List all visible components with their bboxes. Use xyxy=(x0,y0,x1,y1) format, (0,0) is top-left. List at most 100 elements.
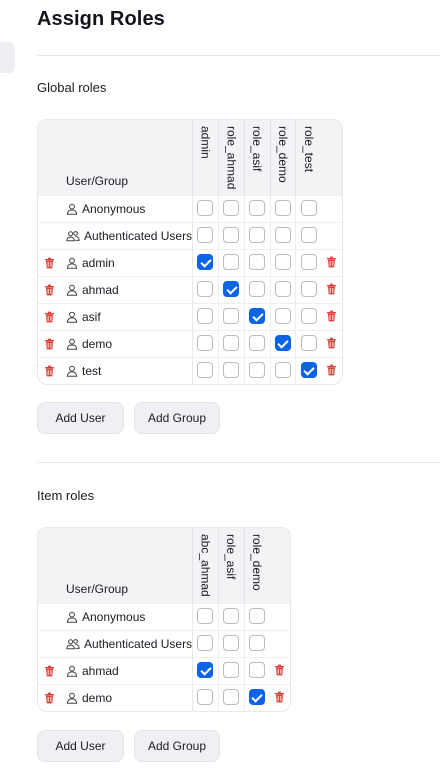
group-icon xyxy=(66,638,80,650)
user-icon xyxy=(66,257,78,269)
role-checkbox-role_demo[interactable] xyxy=(248,608,265,625)
delete-cell xyxy=(269,602,290,630)
role-checkbox-role_asif[interactable] xyxy=(249,200,266,217)
user-group-name: demo xyxy=(82,690,113,705)
role-checkbox-abc_ahmad[interactable] xyxy=(197,635,214,652)
role-checkbox-admin[interactable] xyxy=(197,281,214,298)
role-header-role_asif: role_asif xyxy=(243,120,271,195)
role-checkbox-role_test[interactable] xyxy=(300,362,317,379)
role-checkbox-role_asif[interactable] xyxy=(249,254,266,271)
trash-icon[interactable] xyxy=(326,254,337,271)
item-add-group-button[interactable]: Add Group xyxy=(134,730,220,762)
role-checkbox-role_test[interactable] xyxy=(300,308,317,325)
role-checkbox-role_demo[interactable] xyxy=(274,200,291,217)
role-checkbox-role_ahmad[interactable] xyxy=(223,200,240,217)
delete-cell xyxy=(321,194,342,222)
role-checkbox-role_asif[interactable] xyxy=(249,281,266,298)
trash-icon[interactable] xyxy=(326,281,337,298)
delete-cell xyxy=(321,275,342,303)
delete-cell xyxy=(321,248,342,276)
page-title: Assign Roles xyxy=(37,8,165,30)
trash-icon[interactable] xyxy=(326,308,337,325)
role-cell xyxy=(269,302,296,330)
role-checkbox-role_demo[interactable] xyxy=(274,227,291,244)
role-checkbox-admin[interactable] xyxy=(197,254,214,271)
role-checkbox-role_asif[interactable] xyxy=(223,662,240,679)
role-checkbox-role_ahmad[interactable] xyxy=(223,254,240,271)
trash-icon[interactable] xyxy=(274,689,285,706)
role-checkbox-admin[interactable] xyxy=(197,227,214,244)
role-checkbox-abc_ahmad[interactable] xyxy=(197,689,214,706)
user-group-name: ahmad xyxy=(82,282,119,297)
role-checkbox-admin[interactable] xyxy=(197,308,214,325)
role-checkbox-role_asif[interactable] xyxy=(249,335,266,352)
delete-cell xyxy=(321,329,342,357)
trash-icon[interactable] xyxy=(44,283,55,297)
role-checkbox-role_demo[interactable] xyxy=(274,308,291,325)
role-cell xyxy=(243,629,270,657)
global-add-group-button[interactable]: Add Group xyxy=(134,402,220,434)
role-checkbox-role_demo[interactable] xyxy=(274,335,291,352)
role-checkbox-role_asif[interactable] xyxy=(223,635,240,652)
role-checkbox-role_asif[interactable] xyxy=(223,608,240,625)
role-checkbox-role_ahmad[interactable] xyxy=(223,227,240,244)
delete-cell xyxy=(321,221,342,249)
trash-icon[interactable] xyxy=(274,662,285,679)
role-checkbox-abc_ahmad[interactable] xyxy=(197,662,214,679)
role-header-role_demo: role_demo xyxy=(269,120,296,195)
trash-icon[interactable] xyxy=(44,310,55,324)
role-checkbox-role_demo[interactable] xyxy=(248,635,265,652)
trash-icon[interactable] xyxy=(44,691,55,705)
role-checkbox-role_asif[interactable] xyxy=(249,308,266,325)
user-group-name: ahmad xyxy=(82,663,119,678)
role-checkbox-role_demo[interactable] xyxy=(248,662,265,679)
user-icon xyxy=(66,338,78,350)
role-checkbox-admin[interactable] xyxy=(197,362,214,379)
delete-column-header xyxy=(269,528,290,603)
sidebar-collapsed-item[interactable] xyxy=(0,42,15,73)
role-checkbox-role_test[interactable] xyxy=(300,281,317,298)
table-row: Anonymous xyxy=(38,602,290,630)
table-row: ahmad xyxy=(38,275,342,303)
role-checkbox-role_demo[interactable] xyxy=(274,362,291,379)
role-cell xyxy=(217,248,245,276)
role-checkbox-role_test[interactable] xyxy=(300,227,317,244)
user-icon xyxy=(66,203,78,215)
trash-icon[interactable] xyxy=(326,335,337,352)
role-cell xyxy=(217,602,245,630)
trash-icon[interactable] xyxy=(44,337,55,351)
role-header-role_ahmad: role_ahmad xyxy=(217,120,245,195)
trash-icon[interactable] xyxy=(44,664,55,678)
role-checkbox-role_asif[interactable] xyxy=(249,362,266,379)
role-checkbox-role_demo[interactable] xyxy=(248,689,265,706)
role-cell xyxy=(217,356,245,384)
role-checkbox-role_demo[interactable] xyxy=(274,254,291,271)
role-checkbox-role_asif[interactable] xyxy=(249,227,266,244)
trash-icon[interactable] xyxy=(44,364,55,378)
role-checkbox-abc_ahmad[interactable] xyxy=(197,608,214,625)
role-checkbox-role_test[interactable] xyxy=(300,200,317,217)
role-checkbox-role_ahmad[interactable] xyxy=(223,362,240,379)
role-cell xyxy=(192,275,219,303)
role-checkbox-admin[interactable] xyxy=(197,200,214,217)
role-checkbox-role_test[interactable] xyxy=(300,254,317,271)
user-group-cell: Anonymous xyxy=(38,194,194,222)
role-cell xyxy=(295,194,322,222)
role-header-label: role_demo xyxy=(249,534,264,591)
user-icon xyxy=(66,692,78,704)
role-checkbox-role_ahmad[interactable] xyxy=(223,308,240,325)
role-cell xyxy=(192,194,219,222)
role-checkbox-role_asif[interactable] xyxy=(223,689,240,706)
role-cell xyxy=(192,683,219,711)
role-cell xyxy=(269,275,296,303)
global-add-user-button[interactable]: Add User xyxy=(37,402,124,434)
role-checkbox-role_test[interactable] xyxy=(300,335,317,352)
role-checkbox-admin[interactable] xyxy=(197,335,214,352)
role-cell xyxy=(243,329,271,357)
item-add-user-button[interactable]: Add User xyxy=(37,730,124,762)
trash-icon[interactable] xyxy=(326,362,337,379)
trash-icon[interactable] xyxy=(44,256,55,270)
role-checkbox-role_demo[interactable] xyxy=(274,281,291,298)
role-checkbox-role_ahmad[interactable] xyxy=(223,335,240,352)
role-checkbox-role_ahmad[interactable] xyxy=(223,281,240,298)
